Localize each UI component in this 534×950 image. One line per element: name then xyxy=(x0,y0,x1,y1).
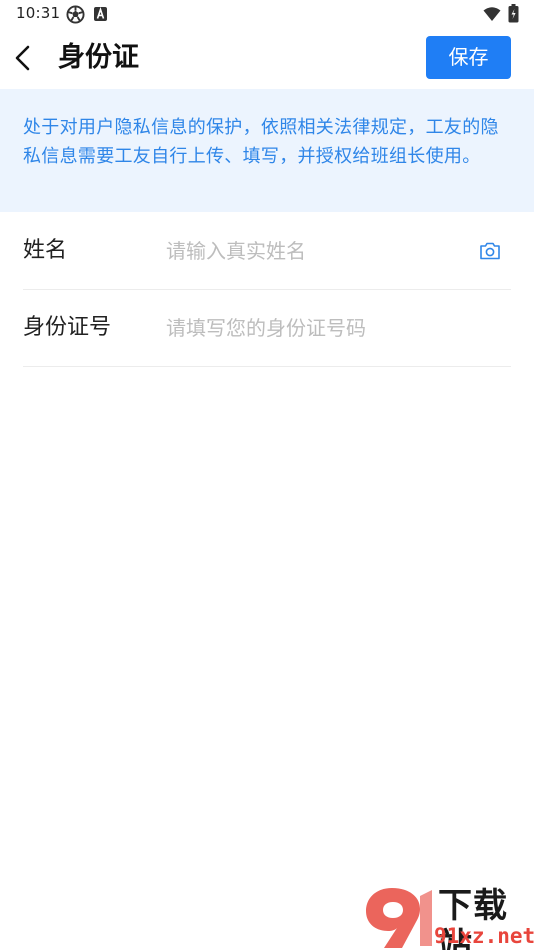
name-label: 姓名 xyxy=(23,238,68,263)
name-input[interactable] xyxy=(166,233,466,269)
status-bar: 10:31 xyxy=(0,0,534,30)
id-number-input[interactable] xyxy=(166,310,466,346)
battery-icon xyxy=(508,4,519,23)
save-button[interactable]: 保存 xyxy=(426,36,511,79)
watermark-domain: 91xz.net xyxy=(434,924,534,948)
chevron-left-icon[interactable] xyxy=(10,43,36,73)
form-row-id-number: 身份证号 xyxy=(23,290,511,367)
form-row-name: 姓名 xyxy=(23,213,511,290)
a-badge-icon xyxy=(94,7,107,21)
camera-icon[interactable] xyxy=(479,241,501,261)
id-number-label: 身份证号 xyxy=(23,315,112,340)
soccer-ball-icon xyxy=(66,5,85,24)
app-header: 身份证 保存 xyxy=(0,30,534,88)
status-time: 10:31 xyxy=(16,4,61,22)
privacy-notice: 处于对用户隐私信息的保护，依照相关法律规定，工友的隐私信息需要工友自行上传、填写… xyxy=(0,89,534,212)
screen: 10:31 身份证 保存 处于对用户隐私信息的保护，依照相关法律规定，工友的隐私… xyxy=(0,0,534,950)
wifi-icon xyxy=(483,7,501,21)
page-title: 身份证 xyxy=(58,42,139,73)
privacy-notice-text: 处于对用户隐私信息的保护，依照相关法律规定，工友的隐私信息需要工友自行上传、填写… xyxy=(23,117,499,167)
